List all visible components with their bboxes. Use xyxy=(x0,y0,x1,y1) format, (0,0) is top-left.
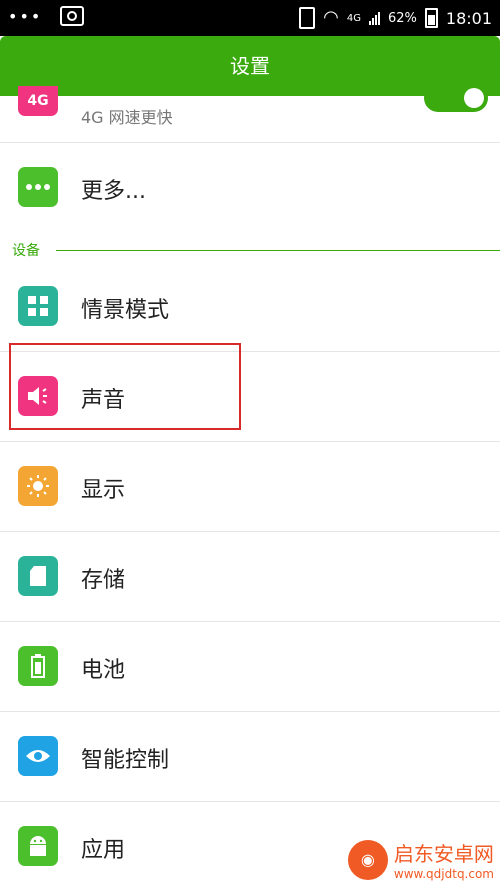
4g-subtitle: 4G 网速更快 xyxy=(81,108,173,127)
brightness-icon xyxy=(18,466,58,506)
settings-row-smart[interactable]: 智能控制 xyxy=(0,712,500,801)
highlight-box xyxy=(9,343,241,430)
section-divider xyxy=(56,250,500,251)
android-icon xyxy=(18,826,58,866)
page-title: 设置 xyxy=(0,36,500,96)
sd-card-icon xyxy=(18,556,58,596)
more-label: 更多... xyxy=(81,179,146,204)
battery-setting-icon xyxy=(18,646,58,686)
vibrate-icon xyxy=(299,7,316,29)
watermark-text: 启东安卓网 www.qdjdtq.com xyxy=(394,838,494,881)
apps-label: 应用 xyxy=(81,838,126,863)
4g-icon: 4G xyxy=(18,86,58,116)
more-dots-icon xyxy=(18,167,58,207)
scenes-label: 情景模式 xyxy=(81,298,170,323)
status-time: 18:01 xyxy=(445,8,492,28)
screenshot-icon xyxy=(60,6,85,26)
settings-row-more[interactable]: 更多... xyxy=(0,143,500,231)
status-bar: ••• ◠ 4G 62% 18:01 xyxy=(0,0,500,36)
settings-row-battery[interactable]: 电池 xyxy=(0,622,500,711)
network-type: 4G xyxy=(346,12,361,24)
section-device: 设备 xyxy=(12,243,40,259)
status-left: ••• xyxy=(8,6,85,26)
grid-icon xyxy=(18,286,58,326)
4g-toggle[interactable] xyxy=(424,84,488,112)
display-label: 显示 xyxy=(81,478,126,503)
watermark-logo-icon: ◉ xyxy=(347,839,388,880)
storage-label: 存储 xyxy=(81,568,126,593)
wifi-icon: ◠ xyxy=(323,7,339,28)
settings-row-storage[interactable]: 存储 xyxy=(0,532,500,621)
battery-percent: 62% xyxy=(387,10,417,26)
watermark-url: www.qdjdtq.com xyxy=(393,867,494,881)
signal-icon xyxy=(368,11,380,25)
eye-icon xyxy=(18,736,58,776)
battery-label: 电池 xyxy=(81,658,126,683)
smart-label: 智能控制 xyxy=(81,748,170,773)
watermark-name: 启东安卓网 xyxy=(393,842,494,866)
settings-row-scenes[interactable]: 情景模式 xyxy=(0,262,500,351)
overflow-dots-icon: ••• xyxy=(8,6,43,26)
battery-icon xyxy=(424,8,438,28)
settings-row-display[interactable]: 显示 xyxy=(0,442,500,531)
status-right: ◠ 4G 62% 18:01 xyxy=(299,7,492,29)
watermark: ◉ 启东安卓网 www.qdjdtq.com xyxy=(347,838,494,881)
